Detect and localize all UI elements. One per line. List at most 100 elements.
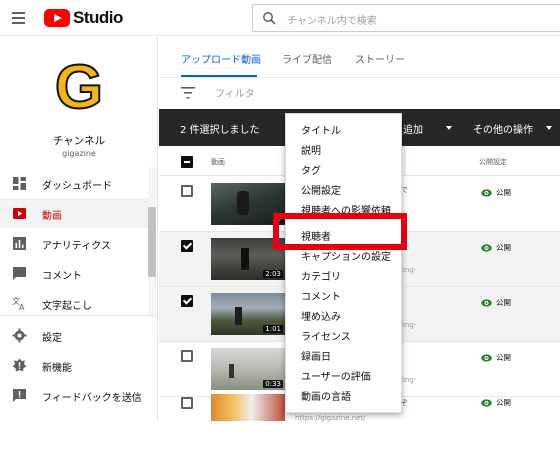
eye-icon [481,398,492,407]
sidebar-item-label: 設定 [42,333,62,344]
sidebar-divider [0,315,157,316]
visibility-status[interactable]: 公開 [481,242,511,253]
channel-handle: gigazine [62,149,96,158]
eye-icon [481,188,492,197]
svg-text:A: A [19,303,25,311]
feedback-icon [13,389,26,402]
more-actions-button[interactable]: その他の操作 [473,121,533,136]
visibility-label: 公開 [496,243,511,252]
channel-search-input[interactable]: チャンネル内で検索 [252,4,560,32]
sidebar-item-label: 文字起こし [42,301,92,312]
chevron-down-icon [446,126,452,130]
dropdown-item-visibility[interactable]: 公開設定 [301,182,341,197]
whats-new-icon [12,358,27,372]
video-duration: 2:03 [263,270,283,278]
sidebar-scroll-thumb[interactable] [148,207,156,277]
sidebar-item-feedback[interactable]: フィードバックを送信 [0,380,150,410]
sidebar-scrollbar[interactable] [148,167,156,317]
tab-live[interactable]: ライブ配信 [282,51,332,66]
visibility-label: 公開 [496,188,511,197]
column-header-visibility: 公開設定 [479,158,507,166]
video-description-snippet: ling- [401,321,417,329]
gear-icon [12,328,27,343]
hamburger-menu-icon[interactable] [10,9,28,27]
video-title-snippet: で [401,186,408,194]
column-divider [404,146,405,176]
sidebar-item-dashboard[interactable]: ダッシュボード [0,168,150,198]
row-checkbox[interactable] [181,295,193,307]
video-description-snippet: ling- [401,376,417,384]
eye-icon [481,353,492,362]
tab-uploads[interactable]: アップロード動画 [181,51,261,66]
video-duration: 0:33 [263,380,283,388]
analytics-icon [13,237,26,250]
row-checkbox[interactable] [181,397,193,409]
sidebar-item-label: コメント [42,271,82,282]
dropdown-item-description[interactable]: 説明 [301,142,321,157]
visibility-status[interactable]: 公開 [481,397,511,408]
video-icon [13,208,26,219]
filter-icon[interactable] [181,87,195,99]
video-thumbnail[interactable] [211,394,285,421]
row-checkbox[interactable] [181,350,193,362]
dropdown-item-license[interactable]: ライセンス [301,328,351,343]
dashboard-icon [13,177,26,190]
sidebar-item-whats-new[interactable]: 新機能 [0,350,150,380]
video-description-snippet: ling- [401,266,417,274]
row-checkbox[interactable] [181,185,193,197]
dropdown-item-captions[interactable]: キャプションの設定 [301,248,391,263]
dropdown-item-recording-date[interactable]: 録画日 [301,348,331,363]
chevron-down-icon [546,126,552,130]
visibility-status[interactable]: 公開 [481,297,511,308]
dropdown-item-user-ratings[interactable]: ユーザーの評価 [301,368,371,383]
eye-icon [481,243,492,252]
sidebar-item-analytics[interactable]: アナリティクス [0,228,150,258]
sidebar-item-videos[interactable]: 動画 [0,198,150,228]
sidebar-item-subtitles[interactable]: 文 A 文字起こし [0,288,150,318]
visibility-label: 公開 [496,298,511,307]
sidebar: G チャンネル gigazine ダッシュボード 動画 アナリティクス コメント… [0,37,158,421]
row-checkbox[interactable] [181,240,193,252]
tabs-divider [159,77,560,78]
video-title-snippet: ぞ [401,399,408,407]
video-duration: 1:01 [263,325,283,333]
sidebar-item-label: フィードバックを送信 [42,393,142,404]
studio-logo[interactable]: Studio [44,8,123,28]
sidebar-item-settings[interactable]: 設定 [0,320,150,350]
visibility-status[interactable]: 公開 [481,187,511,198]
channel-avatar[interactable]: G [50,53,108,122]
logo-text: Studio [73,8,123,27]
tab-stories[interactable]: ストーリー [355,51,405,66]
top-bar: Studio チャンネル内で検索 [0,0,560,36]
visibility-status[interactable]: 公開 [481,352,511,363]
sidebar-item-comments[interactable]: コメント [0,258,150,288]
channel-name: チャンネル [52,135,106,147]
comment-icon [13,267,26,280]
sidebar-item-label: 動画 [42,211,62,222]
search-icon [263,12,276,25]
eye-icon [481,298,492,307]
video-thumbnail[interactable]: 0:33 [211,348,285,390]
dropdown-item-title[interactable]: タイトル [301,122,341,137]
avatar-letter: G [54,53,104,122]
sidebar-item-label: 新機能 [42,363,72,374]
visibility-label: 公開 [496,398,511,407]
filter-input[interactable]: フィルタ [215,85,255,100]
search-placeholder: チャンネル内で検索 [287,16,377,27]
column-header-video: 動画 [211,158,225,166]
highlight-box [273,213,407,250]
dropdown-item-comments[interactable]: コメント [301,288,341,303]
visibility-label: 公開 [496,353,511,362]
youtube-play-icon [44,9,70,27]
dropdown-item-category[interactable]: カテゴリ [301,268,341,283]
video-thumbnail[interactable]: 1:01 [211,293,285,335]
edit-fields-dropdown: タイトル 説明 タグ 公開設定 視聴者への影響依頼 視聴者 キャプションの設定 … [285,113,402,413]
dropdown-item-tags[interactable]: タグ [301,162,321,177]
dropdown-item-video-language[interactable]: 動画の言語 [301,388,351,403]
translate-icon: 文 A [12,296,25,311]
dropdown-item-embed[interactable]: 埋め込み [301,308,341,323]
sidebar-item-label: アナリティクス [42,241,111,252]
select-all-checkbox[interactable] [181,156,193,168]
selection-count: 2 件選択しました [180,125,260,136]
sidebar-item-label: ダッシュボード [42,181,112,192]
